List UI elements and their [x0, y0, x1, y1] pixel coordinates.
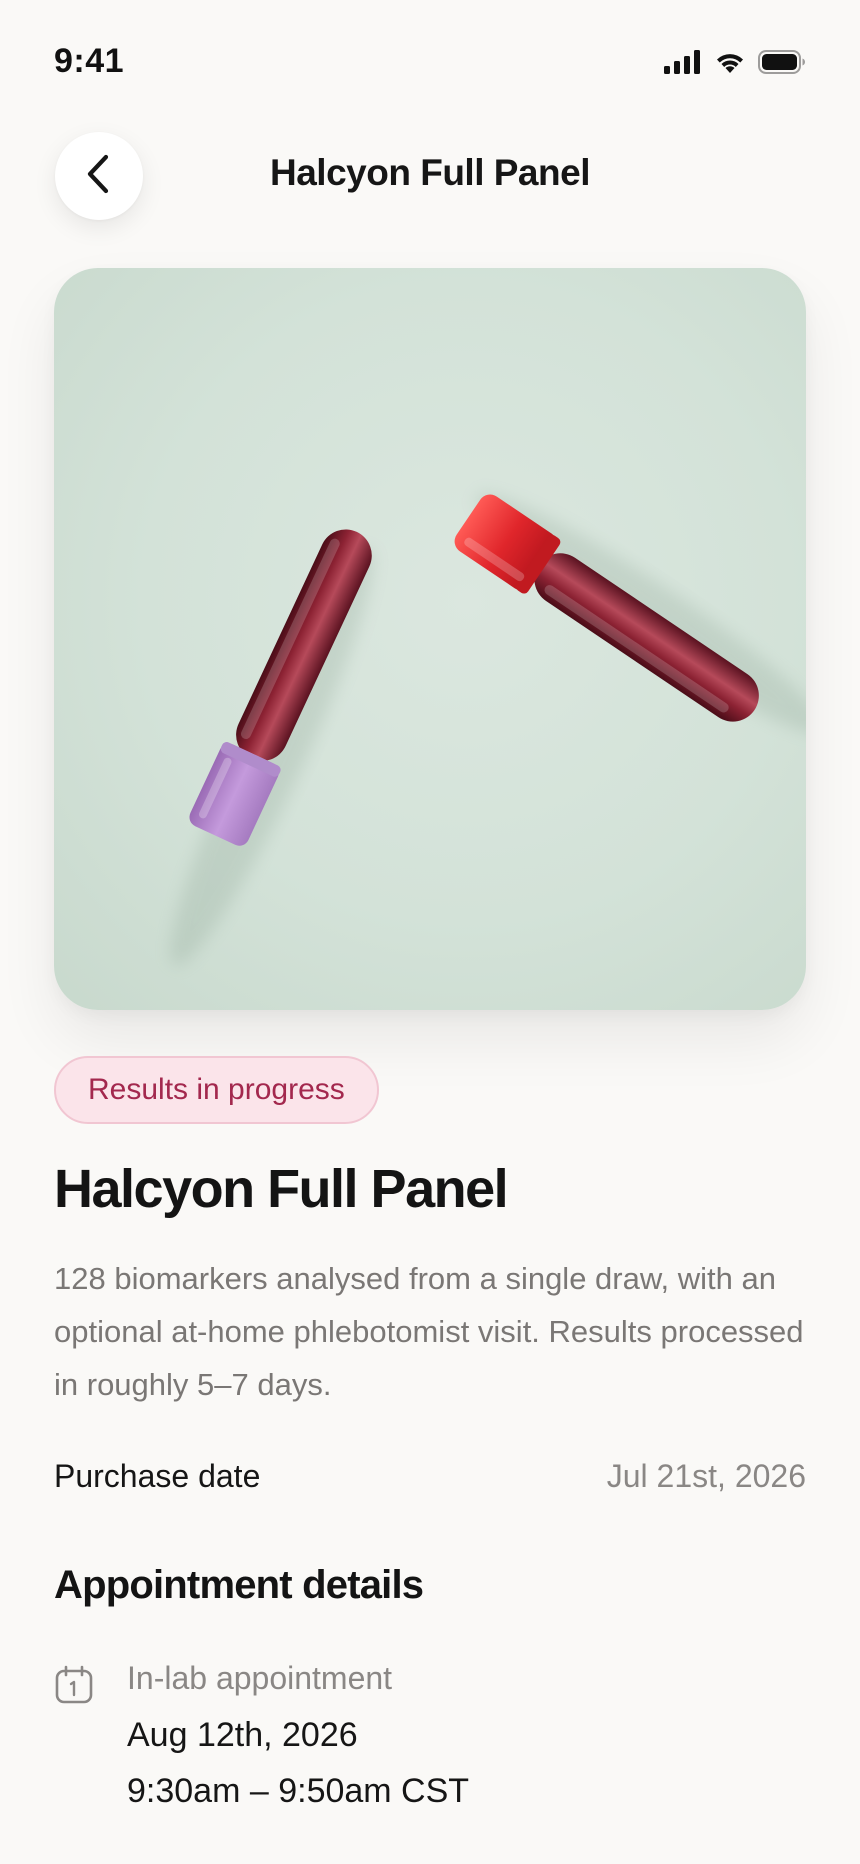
appointment-time: 9:30am – 9:50am CST [127, 1772, 470, 1810]
product-description: 128 biomarkers analysed from a single dr… [54, 1261, 804, 1402]
wifi-icon [714, 50, 746, 74]
purchase-date-label: Purchase date [54, 1458, 261, 1494]
purchase-date-value: Jul 21st, 2026 [606, 1458, 806, 1494]
appointment-section-title: Appointment details [54, 1563, 424, 1607]
cellular-signal-icon [664, 50, 702, 74]
header-title: Halcyon Full Panel [270, 152, 590, 193]
status-time: 9:41 [54, 42, 125, 80]
battery-icon [758, 50, 806, 74]
purchase-date-row: Purchase date Jul 21st, 2026 [54, 1458, 806, 1495]
hero-image [54, 268, 806, 1010]
appointment-date: Aug 12th, 2026 [127, 1716, 358, 1754]
status-icons [664, 50, 806, 74]
page-title: Halcyon Full Panel [54, 1159, 509, 1219]
status-bar: 9:41 [0, 0, 860, 128]
calendar-icon [54, 1665, 94, 1710]
blood-test-tubes-image [170, 493, 806, 966]
status-badge: Results in progress [54, 1056, 379, 1124]
appointment-type: In-lab appointment [127, 1660, 393, 1696]
